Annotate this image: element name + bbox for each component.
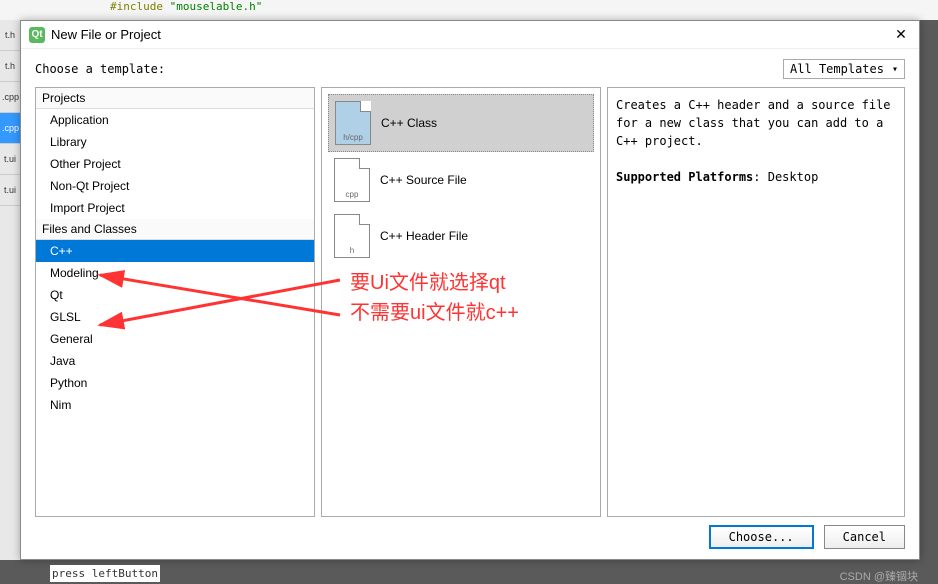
description-text: Creates a C++ header and a source file f… [616,96,896,150]
watermark: CSDN @臻锢块 [840,568,918,584]
editor-file-tabs: t.h t.h .cpp .cpp t.ui t.ui [0,20,20,560]
cancel-button[interactable]: Cancel [824,525,905,549]
titlebar: Qt New File or Project ✕ [21,21,919,49]
description-panel: Creates a C++ header and a source file f… [607,87,905,517]
qt-icon: Qt [29,27,45,43]
category-nim[interactable]: Nim [36,394,314,416]
category-general[interactable]: General [36,328,314,350]
choose-template-label: Choose a template: [35,62,165,76]
platforms-label: Supported Platforms [616,170,753,184]
template-label: C++ Source File [380,173,467,187]
file-icon: h/cpp [335,101,371,145]
category-import-project[interactable]: Import Project [36,197,314,219]
close-icon[interactable]: ✕ [891,25,911,45]
group-files-classes: Files and Classes [36,219,314,240]
group-projects: Projects [36,88,314,109]
choose-button[interactable]: Choose... [709,525,814,549]
category-non-qt-project[interactable]: Non-Qt Project [36,175,314,197]
dialog-title: New File or Project [51,27,891,42]
category-python[interactable]: Python [36,372,314,394]
category-glsl[interactable]: GLSL [36,306,314,328]
category-modeling[interactable]: Modeling [36,262,314,284]
template-panel: h/cpp C++ Class cpp C++ Source File h C+… [321,87,601,517]
template-label: C++ Header File [380,229,468,243]
category-application[interactable]: Application [36,109,314,131]
category-other-project[interactable]: Other Project [36,153,314,175]
template-cpp-header[interactable]: h C++ Header File [328,208,594,264]
category-panel: Projects Application Library Other Proje… [35,87,315,517]
file-icon: h [334,214,370,258]
category-library[interactable]: Library [36,131,314,153]
category-java[interactable]: Java [36,350,314,372]
template-cpp-class[interactable]: h/cpp C++ Class [328,94,594,152]
category-cpp[interactable]: C++ [36,240,314,262]
template-filter-dropdown[interactable]: All Templates [783,59,905,79]
background-editor: #include "mouselable.h" [0,0,938,20]
platforms-value: : Desktop [753,170,818,184]
category-qt[interactable]: Qt [36,284,314,306]
template-cpp-source[interactable]: cpp C++ Source File [328,152,594,208]
new-file-dialog: Qt New File or Project ✕ Choose a templa… [20,20,920,560]
file-icon: cpp [334,158,370,202]
console-output: press leftButton [50,565,160,582]
template-label: C++ Class [381,116,437,130]
